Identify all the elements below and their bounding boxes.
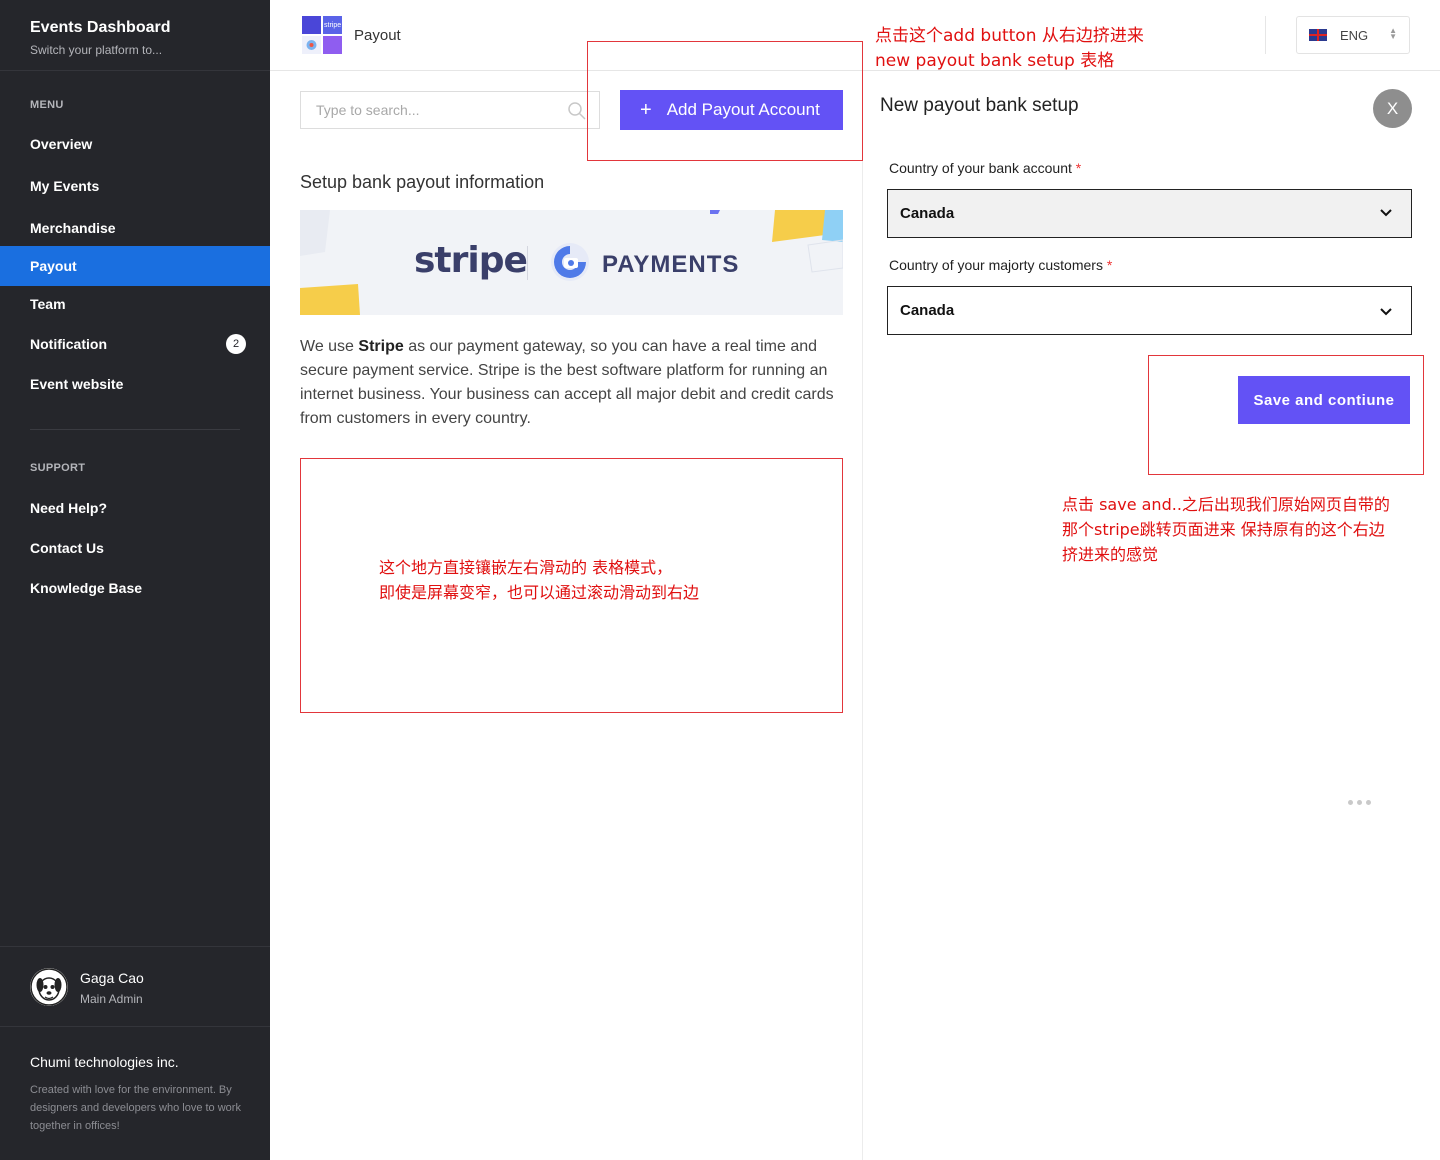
bank-country-value: Canada (900, 205, 955, 222)
annotation-top: 点击这个add button 从右边挤进来 new payout bank se… (875, 24, 1144, 74)
stripe-wordmark: stripe (414, 240, 528, 281)
search-input[interactable] (301, 92, 599, 128)
sidebar-item-payout[interactable]: Payout (0, 246, 270, 286)
brand-subtitle: Switch your platform to... (30, 43, 163, 57)
close-panel-button[interactable]: X (1373, 89, 1412, 128)
logo-text: stripe (324, 22, 341, 29)
sidebar-item-label: Merchandise (30, 220, 116, 236)
annotation-line: 点击 save and..之后出现我们原始网页自带的 (1062, 495, 1390, 514)
section-title: Setup bank payout information (300, 172, 545, 192)
chevron-down-icon (1380, 209, 1392, 217)
annotation-box-add-button (587, 41, 863, 161)
sidebar-item-contact-us[interactable]: Contact Us (0, 528, 270, 568)
required-mark: * (1075, 160, 1082, 176)
menu-section-label: MENU (30, 99, 64, 111)
annotation-line: 那个stripe跳转页面进来 保持原有的这个右边 (1062, 520, 1385, 539)
customers-country-label-text: Country of your majorty customers (889, 257, 1103, 273)
company-description: Created with love for the environment. B… (30, 1084, 241, 1132)
loading-dots-icon (1348, 800, 1371, 805)
company-name: Chumi technologies inc. (30, 1054, 179, 1070)
annotation-line: 即使是屏幕变窄，也可以通过滚动滑动到右边 (379, 583, 700, 602)
sidebar-item-event-website[interactable]: Event website (0, 364, 270, 404)
sidebar-item-my-events[interactable]: My Events (0, 166, 270, 206)
annotation-line: new payout bank setup 表格 (875, 51, 1115, 71)
customers-country-select[interactable]: Canada (887, 286, 1412, 335)
sidebar-item-label: Contact Us (30, 540, 104, 556)
annotation-box-save-button (1148, 355, 1424, 475)
payments-logo-icon (551, 243, 589, 281)
sidebar-item-label: Overview (30, 136, 93, 152)
sidebar: Events Dashboard Switch your platform to… (0, 0, 270, 1160)
sidebar-item-team[interactable]: Team (0, 284, 270, 324)
uk-flag-icon (1309, 29, 1327, 41)
panel-title: New payout bank setup (880, 95, 1079, 116)
sidebar-item-label: Knowledge Base (30, 580, 143, 596)
brand-title: Events Dashboard (30, 19, 171, 36)
required-mark: * (1106, 257, 1113, 273)
annotation-right: 点击 save and..之后出现我们原始网页自带的 那个stripe跳转页面进… (1062, 492, 1390, 567)
bank-country-label: Country of your bank account * (889, 160, 1081, 176)
sidebar-item-label: Payout (30, 258, 77, 274)
bank-country-label-text: Country of your bank account (889, 160, 1072, 176)
sidebar-item-label: Team (30, 296, 66, 312)
banner-separator (527, 246, 528, 280)
sort-arrows-icon: ▲ ▼ (1389, 26, 1397, 41)
stripe-payments-banner: stripe PAYMENTS (300, 210, 843, 315)
sidebar-divider (30, 429, 240, 430)
user-profile[interactable]: Gaga Cao Main Admin (0, 946, 270, 1027)
annotation-line: 这个地方直接镶嵌左右滑动的 表格模式， (379, 558, 673, 577)
search-icon[interactable] (567, 101, 587, 121)
panel-divider (862, 71, 863, 1160)
sidebar-item-overview[interactable]: Overview (0, 124, 270, 164)
sidebar-item-label: My Events (30, 178, 100, 194)
topbar-divider (1265, 16, 1266, 54)
language-label: ENG (1340, 27, 1369, 43)
customers-country-label: Country of your majorty customers * (889, 257, 1112, 273)
avatar (30, 968, 68, 1006)
notification-count-badge: 2 (226, 334, 246, 354)
search-box (300, 91, 600, 129)
annotation-line: 挤进来的感觉 (1062, 545, 1159, 564)
sidebar-item-merchandise[interactable]: Merchandise (0, 208, 270, 248)
sidebar-item-notification[interactable]: Notification 2 (0, 324, 270, 364)
stripe-description: We use Stripe as our payment gateway, so… (300, 335, 843, 431)
support-section-label: SUPPORT (30, 462, 86, 474)
annotation-line: 点击这个add button 从右边挤进来 (875, 26, 1144, 46)
sidebar-item-label: Event website (30, 376, 124, 392)
user-role: Main Admin (80, 992, 143, 1006)
payments-wordmark: PAYMENTS (602, 251, 740, 278)
brand-switcher[interactable]: Events Dashboard Switch your platform to… (0, 0, 270, 71)
sidebar-item-knowledge-base[interactable]: Knowledge Base (0, 568, 270, 608)
chevron-down-icon (1380, 308, 1392, 316)
page-title: Payout (354, 27, 401, 44)
payout-logo-icon: stripe (302, 16, 342, 54)
language-select[interactable]: ENG ▲ ▼ (1296, 16, 1410, 54)
sidebar-item-need-help[interactable]: Need Help? (0, 488, 270, 528)
annotation-middle: 这个地方直接镶嵌左右滑动的 表格模式， 即使是屏幕变窄，也可以通过滚动滑动到右边 (379, 555, 699, 605)
description-highlight: Stripe (358, 338, 404, 355)
bank-country-select[interactable]: Canada (887, 189, 1412, 238)
user-name: Gaga Cao (80, 970, 144, 986)
description-text: We use (300, 338, 359, 355)
sidebar-item-label: Need Help? (30, 500, 108, 516)
customers-country-value: Canada (900, 302, 955, 319)
sidebar-item-label: Notification (30, 336, 107, 352)
